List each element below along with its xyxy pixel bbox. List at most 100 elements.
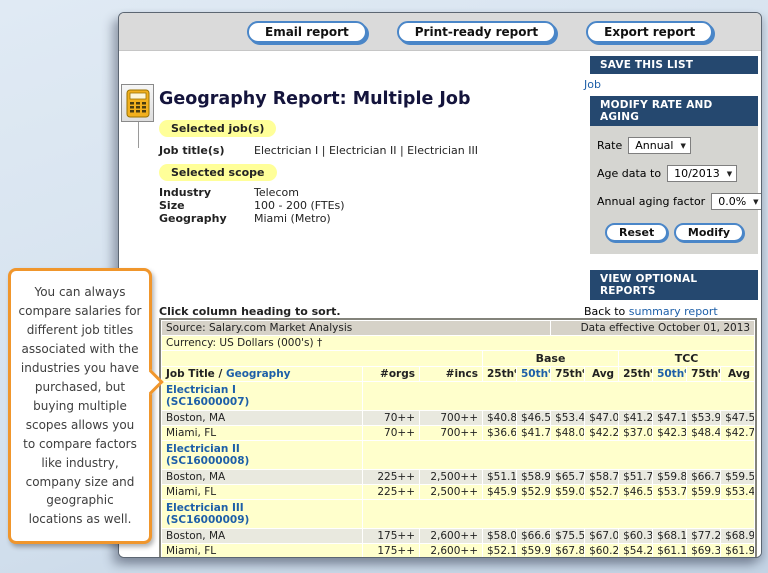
value-cell: $59.0 xyxy=(551,485,585,500)
geo-cell: Miami, FL xyxy=(162,544,362,557)
rate-aging-controls: Rate Annual ▼ Age data to 10/2013 ▼ Annual… xyxy=(590,126,761,254)
column-header-75th-8[interactable]: 75th% xyxy=(687,367,721,381)
summary-report-link[interactable]: summary report xyxy=(629,305,718,318)
value-cell: $46.5 xyxy=(517,411,551,426)
job-title-link[interactable]: Electrician II xyxy=(166,443,240,455)
value-cell: 70++ xyxy=(363,426,419,441)
value-cell: 70++ xyxy=(363,411,419,426)
job-title-link[interactable]: Electrician I xyxy=(166,384,236,396)
export-report-button[interactable]: Export report xyxy=(586,20,714,43)
age-data-select[interactable]: 10/2013 ▼ xyxy=(667,165,738,182)
table-source-row: Source: Salary.com Market Analysis Data … xyxy=(162,321,755,335)
column-header-75th-4[interactable]: 75th% xyxy=(551,367,585,381)
job-link[interactable]: Job xyxy=(584,78,601,91)
rate-select[interactable]: Annual ▼ xyxy=(628,137,691,154)
job-title-sort[interactable]: Job Title xyxy=(166,368,215,380)
value-cell: $65.7 xyxy=(551,470,585,485)
group-header-blank xyxy=(162,351,482,366)
value-cell: $52.9 xyxy=(517,485,551,500)
geo-cell: Boston, MA xyxy=(162,529,362,544)
save-this-list-header: SAVE THIS LIST xyxy=(590,56,758,74)
page-title: Geography Report: Multiple Job xyxy=(159,89,471,109)
value-cell: $58.0 xyxy=(483,529,516,544)
value-cell: $60.3 xyxy=(619,529,653,544)
value-cell: $77.2 xyxy=(687,529,721,544)
job-header-row: Electrician II (SC16000008) xyxy=(162,441,755,470)
value-cell: $47.5 xyxy=(721,411,755,426)
value-cell: $52.1 xyxy=(483,544,516,557)
value-cell: $41.2 xyxy=(619,411,653,426)
value-cell: $59.9 xyxy=(687,485,721,500)
value-cell: $66.7 xyxy=(687,470,721,485)
size-row: Size 100 - 200 (FTEs) xyxy=(159,199,345,212)
value-cell: 2,600++ xyxy=(420,529,482,544)
geography-value: Miami (Metro) xyxy=(254,212,331,225)
size-label: Size xyxy=(159,199,185,212)
report-window: Email report Print-ready report Export r… xyxy=(118,12,762,558)
job-title-geography-header[interactable]: Job Title / Geography xyxy=(162,367,362,381)
selected-scope-badge: Selected scope xyxy=(159,164,277,181)
value-cell: $47.1 xyxy=(653,411,687,426)
value-cell: $53.4 xyxy=(721,485,755,500)
value-cell: $68.1 xyxy=(653,529,687,544)
column-header-50th-7[interactable]: 50th% xyxy=(653,367,687,381)
print-ready-report-button[interactable]: Print-ready report xyxy=(396,20,557,43)
value-cell: $61.9 xyxy=(721,544,755,557)
value-cell: $47.0 xyxy=(585,411,619,426)
value-cell: $37.0 xyxy=(619,426,653,441)
callout-note: You can always compare salaries for diff… xyxy=(8,268,164,545)
reset-button[interactable]: Reset xyxy=(605,223,669,242)
value-cell: $42.3 xyxy=(653,426,687,441)
value-cell: 700++ xyxy=(420,411,482,426)
callout-text: You can always compare salaries for diff… xyxy=(18,285,142,527)
aging-factor-select[interactable]: 0.0% ▼ xyxy=(711,193,761,210)
value-cell: $40.8 xyxy=(483,411,516,426)
value-cell: $61.1 xyxy=(653,544,687,557)
value-cell: 175++ xyxy=(363,544,419,557)
value-cell: 175++ xyxy=(363,529,419,544)
value-cell: $67.8 xyxy=(551,544,585,557)
screenshot-canvas: You can always compare salaries for diff… xyxy=(0,0,768,573)
column-header-incs-1[interactable]: #incs xyxy=(420,367,482,381)
value-cell: $42.7 xyxy=(721,426,755,441)
value-cell: $53.4 xyxy=(551,411,585,426)
column-header-orgs-0[interactable]: #orgs xyxy=(363,367,419,381)
geo-cell: Miami, FL xyxy=(162,426,362,441)
table-row: Miami, FL 70++ 700++ $36.6 $41.7 $48.0 $42.2 $3… xyxy=(162,426,755,441)
industry-row: Industry Telecom xyxy=(159,186,299,199)
aging-factor-row: Annual aging factor 0.0% ▼ xyxy=(597,193,761,210)
column-header-25th-2[interactable]: 25th% xyxy=(483,367,516,381)
job-code-link[interactable]: (SC16000009) xyxy=(166,514,249,526)
value-cell: $59.5 xyxy=(721,470,755,485)
value-cell: $48.0 xyxy=(551,426,585,441)
size-value: 100 - 200 (FTEs) xyxy=(254,199,345,212)
table-row: Boston, MA 225++ 2,500++ $51.1 $58.9 $65.7 $58… xyxy=(162,470,755,485)
job-code-link[interactable]: (SC16000008) xyxy=(166,455,249,467)
table-row: Miami, FL 175++ 2,600++ $52.1 $59.9 $67.8 $60.… xyxy=(162,544,755,557)
job-code-link[interactable]: (SC16000007) xyxy=(166,396,249,408)
data-effective: Data effective October 01, 2013 xyxy=(551,321,755,335)
table-row: Boston, MA 70++ 700++ $40.8 $46.5 $53.4 $47.0 $… xyxy=(162,411,755,426)
job-title-values: Electrician I | Electrician II | Electri… xyxy=(254,144,478,157)
column-header-avg-5[interactable]: Avg xyxy=(585,367,619,381)
modify-button[interactable]: Modify xyxy=(673,223,744,242)
value-cell: 700++ xyxy=(420,426,482,441)
value-cell: 2,600++ xyxy=(420,544,482,557)
tcc-group-header: TCC xyxy=(619,351,755,366)
back-to-summary-row: Back to summary report xyxy=(582,300,758,323)
job-title-label: Job title(s) xyxy=(159,144,225,157)
value-cell: $46.5 xyxy=(619,485,653,500)
job-header-row: Electrician I (SC16000007) xyxy=(162,382,755,411)
aging-factor-label: Annual aging factor xyxy=(597,195,706,208)
sort-hint: Click column heading to sort. xyxy=(159,305,341,318)
geo-cell: Boston, MA xyxy=(162,470,362,485)
column-header-50th-3[interactable]: 50th% xyxy=(517,367,551,381)
job-title-link[interactable]: Electrician III xyxy=(166,502,244,514)
column-header-avg-9[interactable]: Avg xyxy=(721,367,755,381)
view-optional-reports-header: VIEW OPTIONAL REPORTS xyxy=(590,270,758,300)
column-header-25th-6[interactable]: 25th% xyxy=(619,367,653,381)
rate-row: Rate Annual ▼ xyxy=(597,137,752,154)
email-report-button[interactable]: Email report xyxy=(247,20,367,43)
rate-label: Rate xyxy=(597,139,623,152)
geography-sort-link[interactable]: Geography xyxy=(226,368,291,380)
